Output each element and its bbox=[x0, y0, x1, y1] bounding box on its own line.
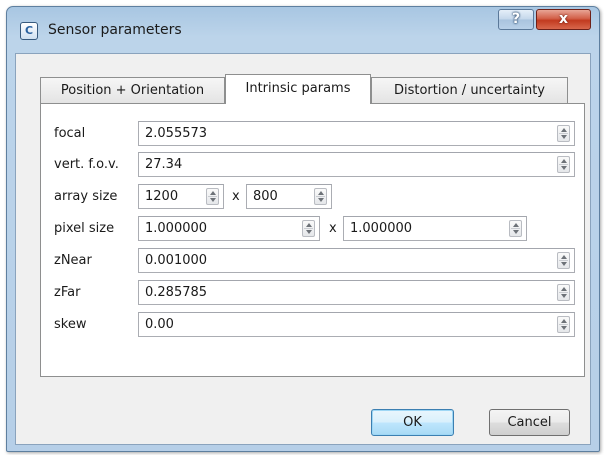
spinner-arrows-icon[interactable] bbox=[206, 188, 219, 205]
pixel-size-label: pixel size bbox=[54, 221, 115, 236]
array-width-value: 1200 bbox=[145, 189, 179, 204]
close-button[interactable]: x bbox=[536, 9, 591, 30]
focal-label: focal bbox=[54, 126, 86, 141]
array-height-spinbox[interactable]: 800 bbox=[246, 184, 332, 209]
array-size-label: array size bbox=[54, 189, 118, 204]
spinner-arrows-icon[interactable] bbox=[557, 156, 570, 173]
cancel-button[interactable]: Cancel bbox=[489, 409, 570, 436]
spinner-arrows-icon[interactable] bbox=[557, 125, 570, 142]
focal-spinbox[interactable]: 2.055573 bbox=[138, 121, 575, 146]
znear-spinbox[interactable]: 0.001000 bbox=[138, 248, 575, 273]
tab-position-orientation[interactable]: Position + Orientation bbox=[40, 77, 225, 103]
zfar-value: 0.285785 bbox=[145, 285, 208, 300]
dialog-client-area: Position + Orientation Intrinsic params … bbox=[15, 53, 591, 445]
vert-fov-spinbox[interactable]: 27.34 bbox=[138, 152, 575, 177]
pixel-size-y-spinbox[interactable]: 1.000000 bbox=[343, 216, 527, 241]
spinner-arrows-icon[interactable] bbox=[557, 284, 570, 301]
intrinsic-params-panel: focal 2.055573 vert. f.o.v. 27.34 array … bbox=[40, 103, 585, 377]
spinner-arrows-icon[interactable] bbox=[509, 220, 522, 237]
spinner-arrows-icon[interactable] bbox=[314, 188, 327, 205]
spinner-arrows-icon[interactable] bbox=[302, 220, 315, 237]
znear-label: zNear bbox=[54, 253, 92, 268]
ok-button[interactable]: OK bbox=[371, 409, 454, 436]
tab-distortion-uncertainty[interactable]: Distortion / uncertainty bbox=[371, 77, 568, 103]
pixel-size-x-spinbox[interactable]: 1.000000 bbox=[138, 216, 320, 241]
array-size-separator: x bbox=[232, 189, 240, 204]
pixel-size-separator: x bbox=[329, 221, 337, 236]
vert-fov-label: vert. f.o.v. bbox=[54, 157, 119, 172]
skew-value: 0.00 bbox=[145, 317, 174, 332]
pixel-size-y-value: 1.000000 bbox=[350, 221, 413, 236]
array-height-value: 800 bbox=[253, 189, 278, 204]
pixel-size-x-value: 1.000000 bbox=[145, 221, 208, 236]
zfar-spinbox[interactable]: 0.285785 bbox=[138, 280, 575, 305]
focal-value: 2.055573 bbox=[145, 126, 208, 141]
dialog-window: C Sensor parameters ? x Position + Orien… bbox=[6, 6, 600, 452]
help-button[interactable]: ? bbox=[498, 9, 534, 30]
app-icon: C bbox=[20, 22, 38, 40]
spinner-arrows-icon[interactable] bbox=[557, 252, 570, 269]
skew-spinbox[interactable]: 0.00 bbox=[138, 312, 575, 337]
array-width-spinbox[interactable]: 1200 bbox=[138, 184, 224, 209]
zfar-label: zFar bbox=[54, 285, 81, 300]
spinner-arrows-icon[interactable] bbox=[557, 316, 570, 333]
tab-intrinsic-params[interactable]: Intrinsic params bbox=[225, 74, 371, 104]
title-bar[interactable]: C Sensor parameters ? x bbox=[7, 7, 599, 53]
skew-label: skew bbox=[54, 317, 87, 332]
znear-value: 0.001000 bbox=[145, 253, 208, 268]
window-title: Sensor parameters bbox=[48, 22, 182, 38]
vert-fov-value: 27.34 bbox=[145, 157, 183, 172]
